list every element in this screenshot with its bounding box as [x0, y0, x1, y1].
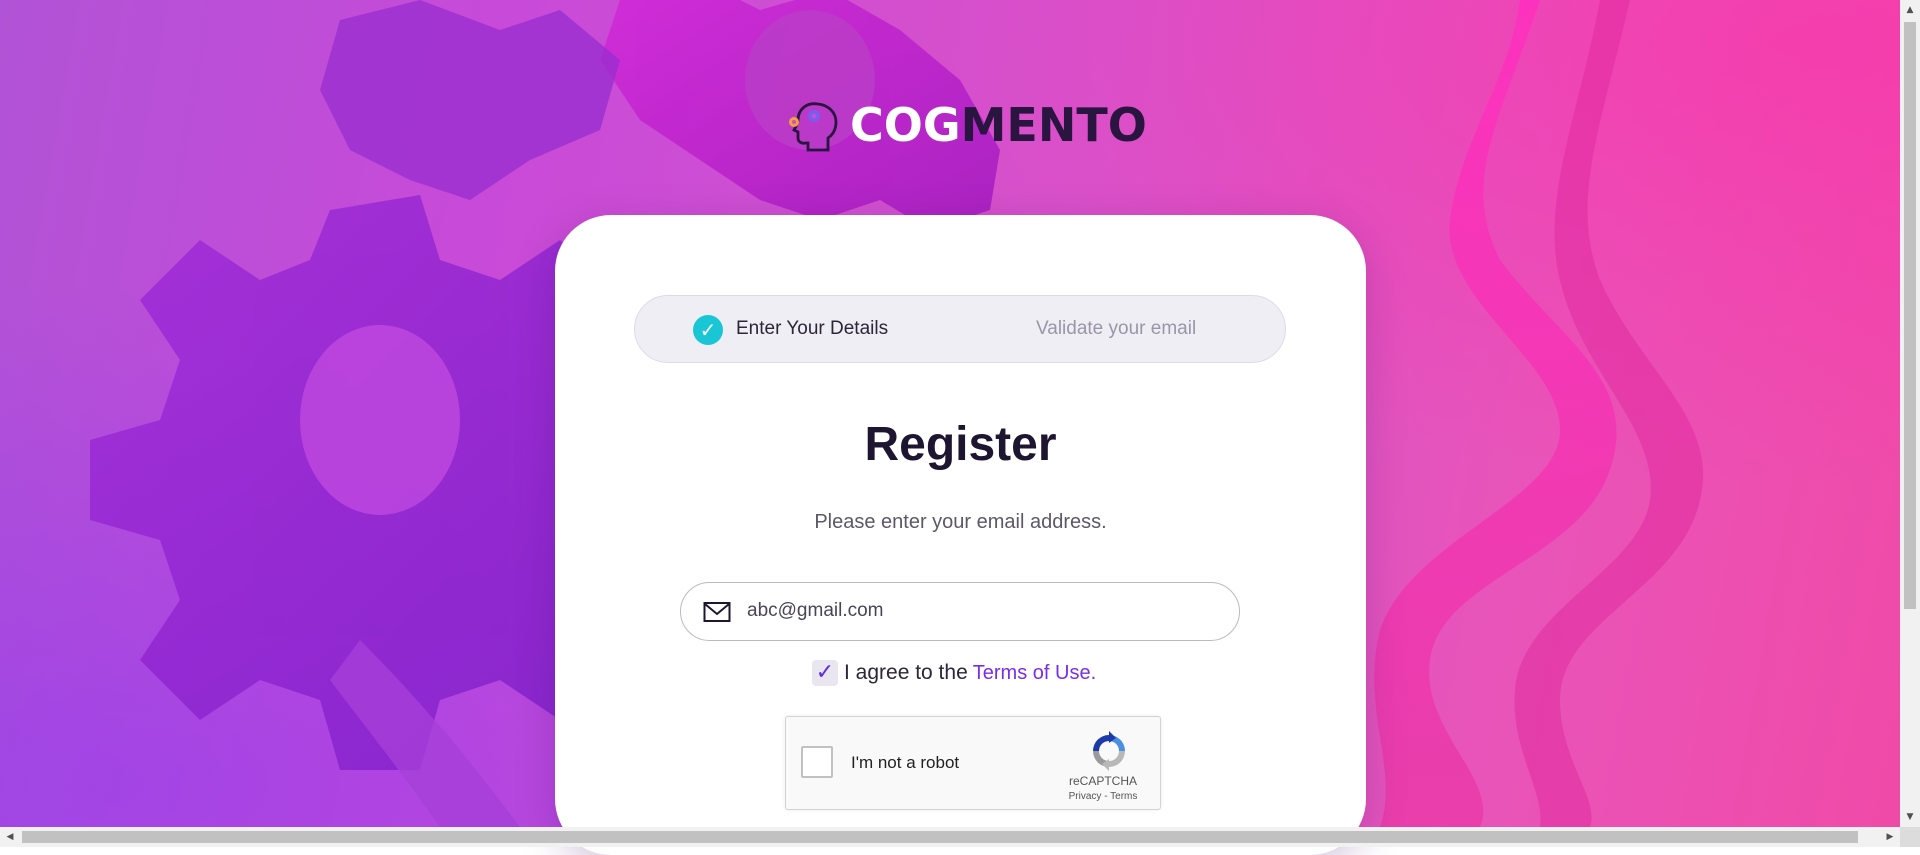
mail-icon — [703, 602, 731, 622]
scroll-left-arrow-icon[interactable]: ◀ — [0, 827, 20, 847]
vertical-scrollbar[interactable]: ▲ ▼ — [1900, 0, 1920, 827]
progress-steps: ✓ Enter Your Details Validate your email — [634, 295, 1286, 363]
check-circle-icon: ✓ — [693, 315, 723, 345]
head-gears-icon — [789, 102, 838, 152]
register-card: ✓ Enter Your Details Validate your email… — [555, 215, 1366, 855]
recaptcha-checkbox[interactable] — [801, 746, 833, 778]
step-enter-details: Enter Your Details — [736, 318, 889, 339]
scroll-up-arrow-icon[interactable]: ▲ — [1900, 0, 1920, 20]
recaptcha-logo-icon — [1093, 731, 1125, 771]
terms-agreement: ✓ I agree to the Terms of Use. — [812, 658, 1096, 688]
step-validate-email: Validate your email — [1036, 318, 1197, 339]
email-field[interactable] — [680, 582, 1240, 641]
scrollbar-corner — [1900, 827, 1920, 847]
page-title: Register — [864, 418, 1057, 471]
logo-text-part1: COG — [850, 98, 961, 152]
horizontal-scrollbar[interactable]: ◀ ▶ — [0, 827, 1900, 847]
terms-text: I agree to the — [844, 661, 968, 684]
recaptcha-widget: I'm not a robot reCAPTCHA Privacy - Term… — [785, 716, 1161, 810]
scroll-right-arrow-icon[interactable]: ▶ — [1880, 827, 1900, 847]
brand-logo: COGMENTO — [784, 98, 1147, 152]
horizontal-scroll-thumb[interactable] — [22, 831, 1858, 843]
logo-wordmark: COGMENTO — [850, 98, 1147, 152]
page-subtitle: Please enter your email address. — [814, 511, 1107, 533]
recaptcha-brand: reCAPTCHA — [1068, 774, 1137, 788]
scroll-down-arrow-icon[interactable]: ▼ — [1900, 807, 1920, 827]
recaptcha-label: I'm not a robot — [851, 753, 960, 772]
email-input[interactable] — [747, 593, 1217, 629]
terms-checkbox[interactable]: ✓ — [812, 660, 838, 686]
terms-of-use-link[interactable]: Terms of Use. — [973, 662, 1096, 685]
vertical-scroll-thumb[interactable] — [1904, 22, 1916, 609]
recaptcha-privacy-terms[interactable]: Privacy - Terms — [1048, 791, 1158, 802]
logo-text-part2: MENTO — [960, 98, 1147, 152]
